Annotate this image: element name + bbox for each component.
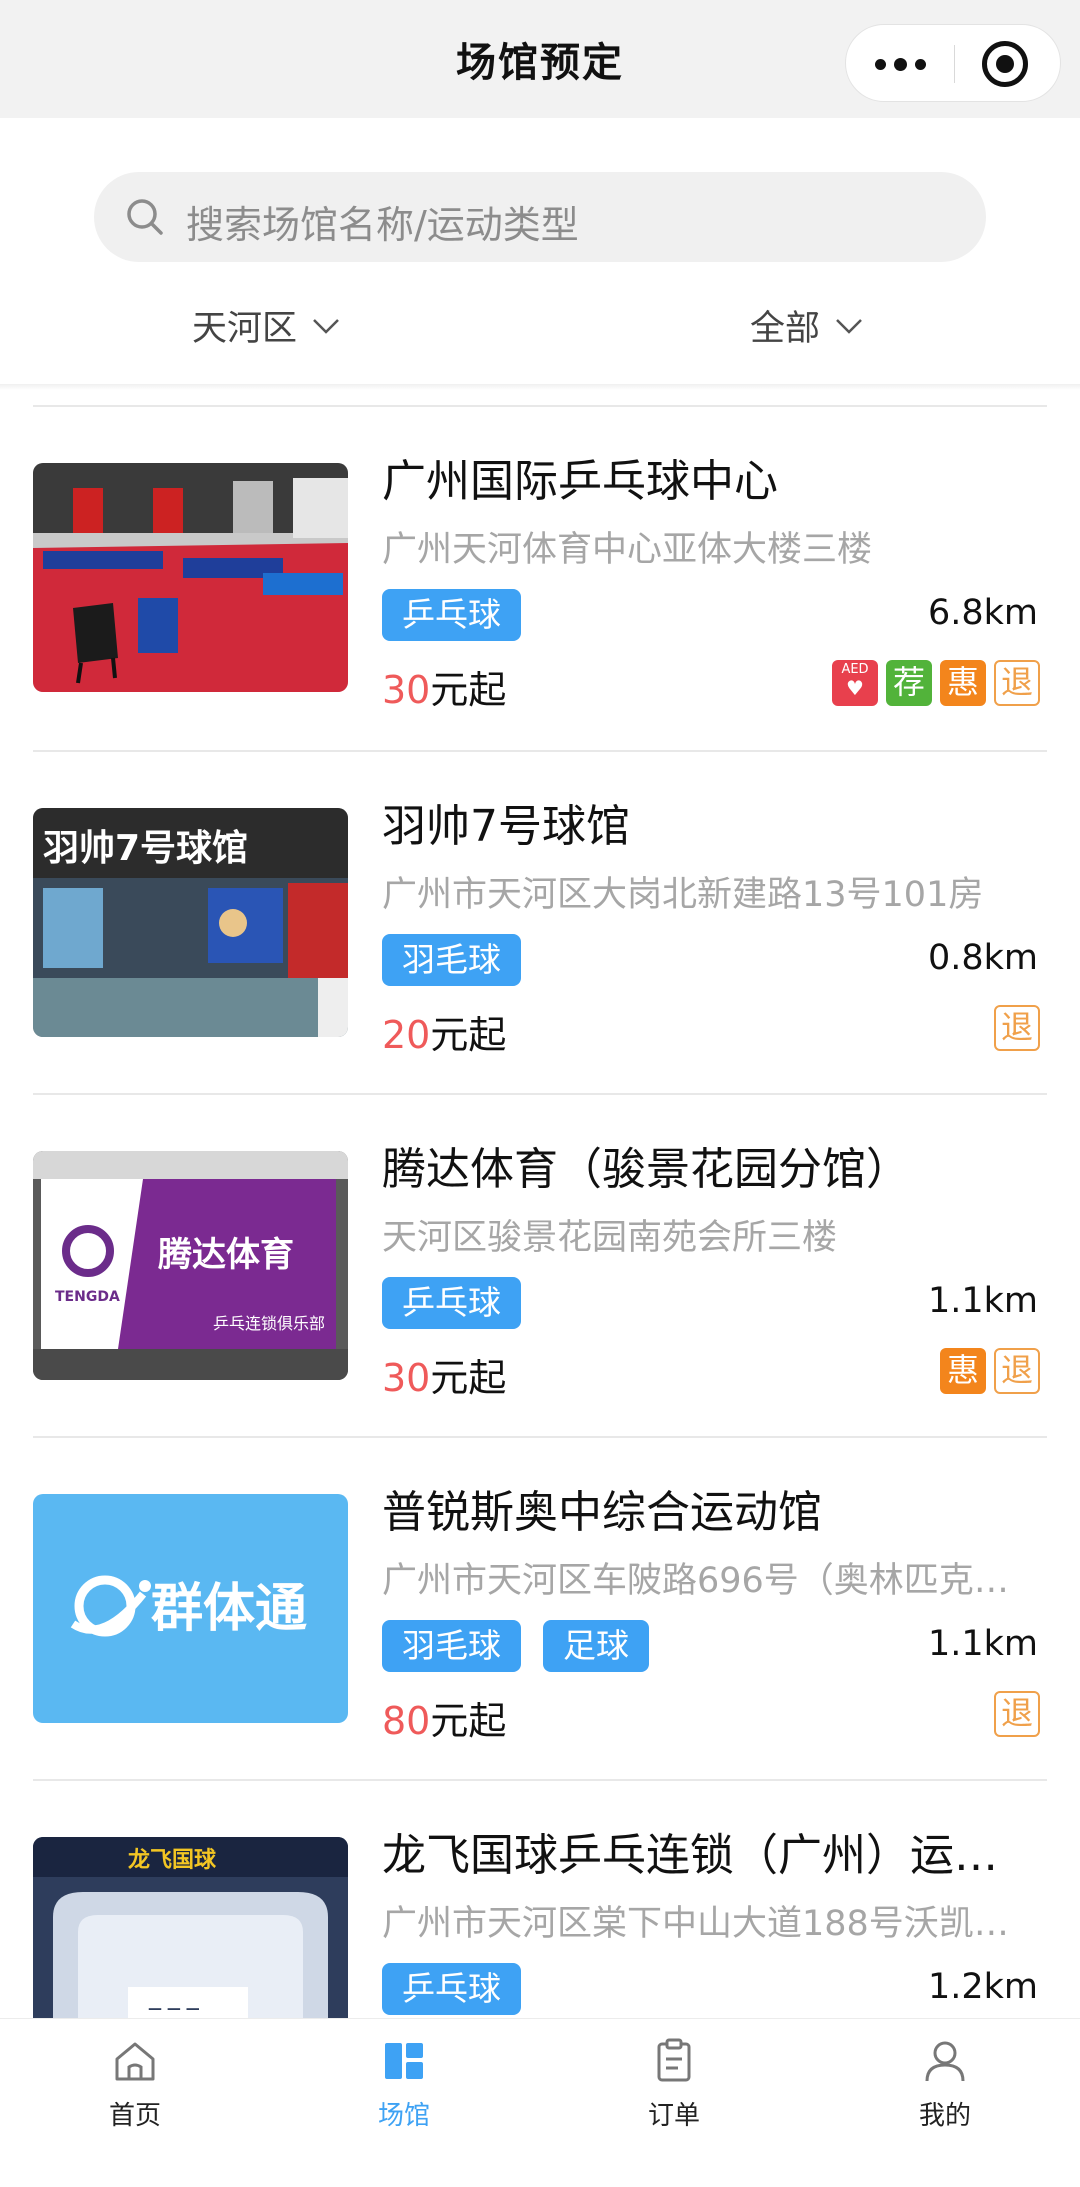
- tab-venue[interactable]: 场馆: [324, 2037, 484, 2132]
- venue-thumbnail: 群体通: [33, 1494, 348, 1723]
- venue-price: 80元起: [382, 1690, 506, 1745]
- venue-sign-text: 羽帅7号球馆: [43, 828, 248, 869]
- svg-text:— — —: — — —: [148, 2001, 200, 2017]
- district-filter-label: 天河区: [192, 309, 298, 349]
- refund-badge: 退: [994, 1691, 1040, 1737]
- venue-tags: 乒乓球: [382, 589, 521, 641]
- venue-thumbnail: 羽帅7号球馆: [33, 808, 348, 1037]
- sport-tag: 羽毛球: [382, 1620, 521, 1672]
- venue-price: 20元起: [382, 1004, 506, 1059]
- filter-divider: [0, 384, 1080, 390]
- refund-badge: 退: [994, 1005, 1040, 1051]
- venue-tags: 乒乓球: [382, 1963, 521, 2015]
- venue-card[interactable]: 羽帅7号球馆 羽帅7号球馆 广州市天河区大岗北新建路13号101房 羽毛球 0.…: [0, 752, 1080, 1095]
- venue-distance: 6.8km: [927, 593, 1038, 633]
- venue-address: 广州市天河区大岗北新建路13号101房: [382, 875, 984, 915]
- venue-card[interactable]: 广州国际乒乓球中心 广州天河体育中心亚体大楼三楼 乒乓球 6.8km 30元起 …: [0, 407, 1080, 750]
- navigation-bar: 场馆预定: [0, 0, 1080, 118]
- tab-order[interactable]: 订单: [594, 2037, 754, 2132]
- venue-badges: AED ♥ 荐 惠 退: [832, 660, 1040, 706]
- venue-distance: 1.1km: [927, 1624, 1038, 1664]
- venue-sign-text: 龙飞国球: [128, 1848, 217, 1873]
- tab-label: 订单: [647, 2101, 700, 2131]
- venue-card[interactable]: 龙飞国球 — — — 龙飞国球乒乓连锁（广州）运动馆 广州市天河区棠下中山大道1…: [0, 1781, 1080, 2018]
- tab-mine[interactable]: 我的: [865, 2037, 1025, 2132]
- venue-thumbnail: 龙飞国球 — — —: [33, 1837, 348, 2018]
- venue-name: 龙飞国球乒乓连锁（广州）运动馆: [382, 1830, 1032, 1881]
- recommend-badge: 荐: [886, 660, 932, 706]
- venue-name: 普锐斯奥中综合运动馆: [382, 1487, 822, 1538]
- order-icon: [657, 2038, 691, 2082]
- price-value: 20: [382, 1013, 431, 1057]
- close-program-icon[interactable]: [982, 41, 1028, 87]
- home-icon: [115, 2042, 155, 2081]
- aed-badge: AED ♥: [832, 660, 878, 706]
- venue-tags: 羽毛球: [382, 934, 521, 986]
- venue-badges: 惠 退: [940, 1348, 1040, 1394]
- sport-filter-label: 全部: [750, 309, 821, 349]
- sport-tag: 乒乓球: [382, 1963, 521, 2015]
- bottom-tab-bar: 首页 场馆 订单 我的: [0, 2018, 1080, 2187]
- venue-sign-text: 腾达体育: [158, 1235, 294, 1275]
- venue-name: 羽帅7号球馆: [382, 801, 630, 852]
- more-menu-icon[interactable]: [846, 25, 954, 103]
- refund-badge: 退: [994, 660, 1040, 706]
- venue-price: 30元起: [382, 659, 506, 714]
- search-placeholder: 搜索场馆名称/运动类型: [186, 203, 579, 247]
- tab-label: 首页: [108, 2101, 161, 2131]
- venue-badges: 退: [994, 1005, 1040, 1051]
- venue-sign-logo: TENGDA: [55, 1289, 120, 1305]
- venue-address: 广州市天河区车陂路696号（奥林匹克中心）: [382, 1561, 1022, 1601]
- price-value: 30: [382, 1356, 431, 1400]
- venue-name: 腾达体育（骏景花园分馆）: [382, 1144, 910, 1195]
- venue-distance: 0.8km: [927, 938, 1038, 978]
- venue-address: 天河区骏景花园南苑会所三楼: [382, 1218, 838, 1258]
- sport-tag: 乒乓球: [382, 589, 521, 641]
- price-suffix: 元起: [430, 1356, 507, 1400]
- tab-home[interactable]: 首页: [55, 2037, 215, 2132]
- price-value: 30: [382, 668, 431, 712]
- venue-address: 广州市天河区棠下中山大道188号沃凯国际: [382, 1904, 1022, 1944]
- search-icon: [127, 199, 163, 235]
- price-suffix: 元起: [430, 1013, 507, 1057]
- price-value: 80: [382, 1699, 431, 1743]
- venue-badges: 退: [994, 1691, 1040, 1737]
- venue-tags: 羽毛球 足球: [382, 1620, 649, 1672]
- chevron-down-icon: [313, 318, 339, 334]
- venue-icon: [385, 2043, 423, 2079]
- search-input[interactable]: 搜索场馆名称/运动类型: [94, 172, 986, 262]
- venue-sign-subtext: 乒乓连锁俱乐部: [213, 1314, 325, 1333]
- chevron-down-icon: [836, 318, 862, 334]
- venue-card[interactable]: 群体通 普锐斯奥中综合运动馆 广州市天河区车陂路696号（奥林匹克中心） 羽毛球…: [0, 1438, 1080, 1781]
- mini-program-capsule: [845, 24, 1061, 102]
- district-filter[interactable]: 天河区: [192, 300, 341, 351]
- tab-label: 我的: [918, 2101, 971, 2131]
- discount-badge: 惠: [940, 1348, 986, 1394]
- venue-tags: 乒乓球: [382, 1277, 521, 1329]
- sport-tag: 足球: [543, 1620, 649, 1672]
- profile-icon: [925, 2041, 965, 2082]
- venue-distance: 1.2km: [927, 1967, 1038, 2007]
- sport-tag: 羽毛球: [382, 934, 521, 986]
- venue-thumbnail: [33, 463, 348, 692]
- price-suffix: 元起: [430, 1699, 507, 1743]
- discount-badge: 惠: [940, 660, 986, 706]
- venue-thumbnail: TENGDA 腾达体育 乒乓连锁俱乐部: [33, 1151, 348, 1380]
- sport-tag: 乒乓球: [382, 1277, 521, 1329]
- venue-price: 30元起: [382, 1347, 506, 1402]
- capsule-divider: [954, 45, 955, 83]
- venue-logo-text: 群体通: [151, 1578, 307, 1639]
- tab-label: 场馆: [377, 2101, 430, 2131]
- venue-name: 广州国际乒乓球中心: [382, 456, 778, 507]
- venue-distance: 1.1km: [927, 1281, 1038, 1321]
- price-suffix: 元起: [430, 668, 507, 712]
- venue-list[interactable]: 广州国际乒乓球中心 广州天河体育中心亚体大楼三楼 乒乓球 6.8km 30元起 …: [0, 405, 1080, 2018]
- sport-filter[interactable]: 全部: [750, 300, 864, 351]
- venue-address: 广州天河体育中心亚体大楼三楼: [382, 530, 873, 570]
- venue-card[interactable]: TENGDA 腾达体育 乒乓连锁俱乐部 腾达体育（骏景花园分馆） 天河区骏景花园…: [0, 1095, 1080, 1438]
- refund-badge: 退: [994, 1348, 1040, 1394]
